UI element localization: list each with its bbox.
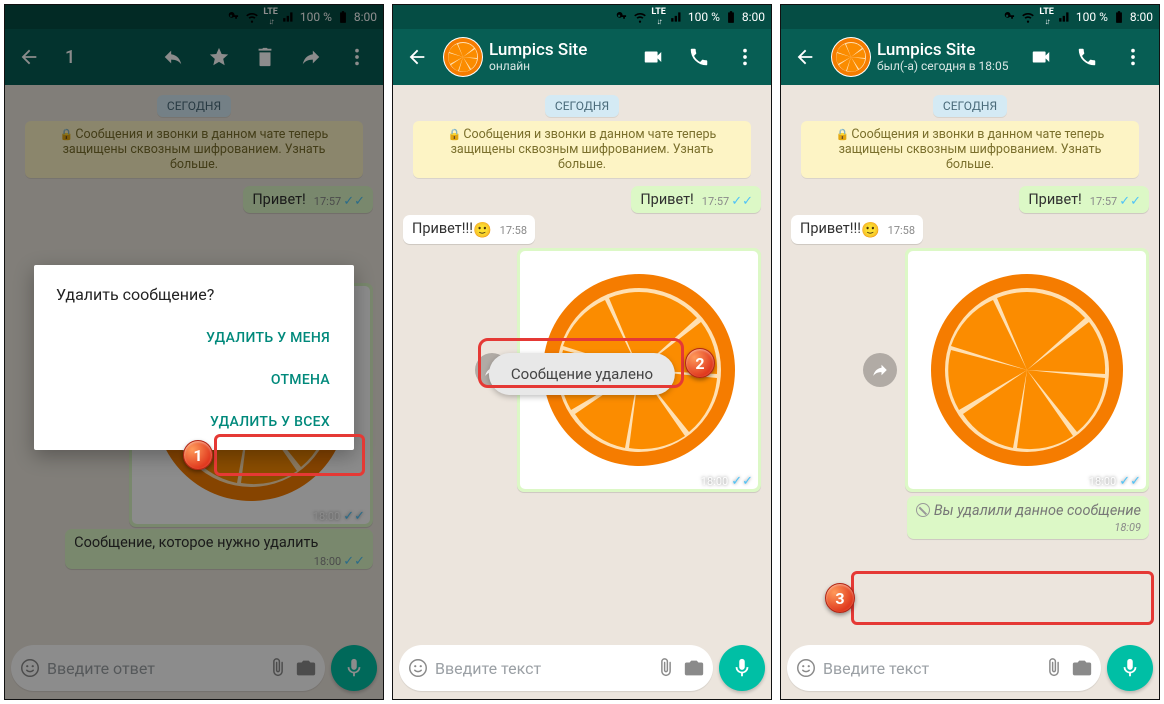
contact-status: был(-а) сегодня в 18:05 — [877, 60, 1015, 73]
signal-icon — [1058, 10, 1072, 24]
emoji-icon[interactable] — [795, 657, 817, 679]
input-placeholder: Введите текст — [435, 659, 649, 678]
camera-icon[interactable] — [1071, 657, 1093, 679]
battery-percent: 100 % — [688, 10, 720, 24]
lock-icon: 🔒 — [448, 128, 462, 141]
contact-header[interactable]: Lumpics Site онлайн — [489, 41, 627, 73]
camera-icon[interactable] — [683, 657, 705, 679]
contact-name: Lumpics Site — [877, 41, 1015, 60]
image-content — [927, 270, 1127, 470]
message-deleted[interactable]: Вы удалили данное сообщение 18:09 — [791, 496, 1149, 539]
vpn-key-icon — [615, 10, 629, 24]
screenshot-panel-3: LTE↓↑ 100 % 8:00 Lumpics Site был(-а) се… — [780, 4, 1160, 700]
mic-button[interactable] — [719, 645, 765, 691]
video-call-button[interactable] — [633, 37, 673, 77]
prohibited-icon — [916, 503, 930, 517]
wifi-icon — [633, 10, 647, 24]
attach-icon[interactable] — [655, 657, 677, 679]
voice-call-button[interactable] — [1067, 37, 1107, 77]
delete-dialog: Удалить сообщение? УДАЛИТЬ У МЕНЯ ОТМЕНА… — [34, 265, 354, 450]
more-button[interactable] — [1113, 37, 1153, 77]
status-bar: LTE↓↑ 100 % 8:00 — [393, 5, 771, 29]
avatar[interactable] — [831, 37, 871, 77]
battery-icon — [724, 10, 738, 24]
smile-emoji-icon: 🙂 — [473, 221, 492, 239]
chat-app-bar: Lumpics Site онлайн — [393, 29, 771, 85]
cancel-button[interactable]: ОТМЕНА — [261, 360, 340, 400]
smile-emoji-icon: 🙂 — [861, 221, 880, 239]
date-chip: СЕГОДНЯ — [545, 95, 619, 117]
back-button[interactable] — [397, 37, 437, 77]
dialog-title: Удалить сообщение? — [56, 285, 340, 304]
attach-icon[interactable] — [1043, 657, 1065, 679]
more-button[interactable] — [725, 37, 765, 77]
network-type: LTE↓↑ — [1039, 8, 1054, 26]
quick-forward-button[interactable] — [863, 353, 897, 387]
signal-icon — [670, 10, 684, 24]
date-chip: СЕГОДНЯ — [933, 95, 1007, 117]
contact-header[interactable]: Lumpics Site был(-а) сегодня в 18:05 — [877, 41, 1015, 73]
delete-for-me-button[interactable]: УДАЛИТЬ У МЕНЯ — [196, 318, 340, 358]
mic-button[interactable] — [1107, 645, 1153, 691]
message-out[interactable]: Привет!17:57✓✓ — [791, 186, 1149, 213]
screenshot-panel-1: LTE↓↑ 100 % 8:00 1 СЕГОДНЯ 🔒Сообщения и … — [4, 4, 384, 700]
input-placeholder: Введите текст — [823, 659, 1037, 678]
chat-area: СЕГОДНЯ 🔒Сообщения и звонки в данном чат… — [781, 85, 1159, 639]
message-input[interactable]: Введите текст — [399, 645, 713, 691]
message-in[interactable]: Привет!!!🙂17:58 — [791, 215, 1149, 244]
video-call-button[interactable] — [1021, 37, 1061, 77]
contact-name: Lumpics Site — [489, 41, 627, 60]
contact-status: онлайн — [489, 60, 627, 73]
battery-icon — [1112, 10, 1126, 24]
avatar[interactable] — [443, 37, 483, 77]
status-bar: LTE↓↑ 100 % 8:00 — [781, 5, 1159, 29]
battery-percent: 100 % — [1076, 10, 1108, 24]
encryption-notice[interactable]: 🔒Сообщения и звонки в данном чате теперь… — [801, 121, 1139, 178]
message-in[interactable]: Привет!!!🙂17:58 — [403, 215, 761, 244]
chat-app-bar: Lumpics Site был(-а) сегодня в 18:05 — [781, 29, 1159, 85]
message-input-bar: Введите текст — [393, 639, 771, 699]
clock: 8:00 — [1130, 10, 1153, 24]
lock-icon: 🔒 — [836, 128, 850, 141]
encryption-notice[interactable]: 🔒Сообщения и звонки в данном чате теперь… — [413, 121, 751, 178]
clock: 8:00 — [742, 10, 765, 24]
delete-for-everyone-button[interactable]: УДАЛИТЬ У ВСЕХ — [200, 402, 340, 442]
message-out[interactable]: Привет!17:57✓✓ — [403, 186, 761, 213]
vpn-key-icon — [1003, 10, 1017, 24]
toast-message: Сообщение удалено — [489, 353, 675, 395]
message-input-bar: Введите текст — [781, 639, 1159, 699]
message-image-out[interactable]: 18:00✓✓ — [791, 248, 1149, 492]
network-type: LTE↓↑ — [651, 8, 666, 26]
message-input[interactable]: Введите текст — [787, 645, 1101, 691]
voice-call-button[interactable] — [679, 37, 719, 77]
screenshot-panel-2: LTE↓↑ 100 % 8:00 Lumpics Site онлайн СЕГ… — [392, 4, 772, 700]
emoji-icon[interactable] — [407, 657, 429, 679]
wifi-icon — [1021, 10, 1035, 24]
back-button[interactable] — [785, 37, 825, 77]
